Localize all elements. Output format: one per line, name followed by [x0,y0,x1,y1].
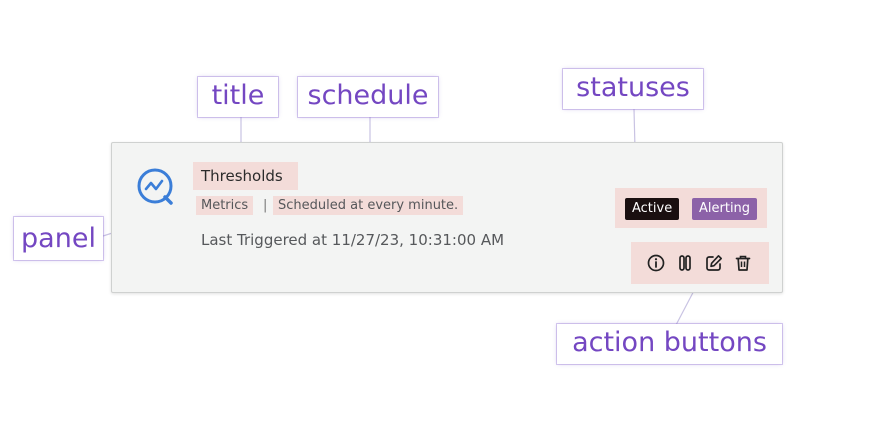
delete-button[interactable] [732,252,754,274]
callout-action-buttons: action buttons [557,324,782,364]
info-button[interactable] [645,252,667,274]
pause-button[interactable] [674,252,696,274]
callout-statuses: statuses [563,69,703,109]
schedule-text: Scheduled at every minute. [273,196,464,215]
info-icon [647,254,665,272]
panel-name: Metrics [196,196,254,215]
last-triggered-text: Last Triggered at 11/27/23, 10:31:00 AM [201,231,505,249]
alert-title[interactable]: Thresholds [193,162,298,190]
pause-icon [679,255,691,271]
callout-panel: panel [14,217,103,260]
status-badge-active: Active [625,198,680,220]
callout-title: title [198,77,278,117]
meta-separator: | [263,198,268,213]
callout-schedule: schedule [298,77,438,117]
edit-icon [706,255,722,271]
alert-chart-icon [137,168,173,205]
edit-button[interactable] [703,252,725,274]
status-badge-alerting: Alerting [692,198,758,220]
trash-icon [735,255,751,271]
